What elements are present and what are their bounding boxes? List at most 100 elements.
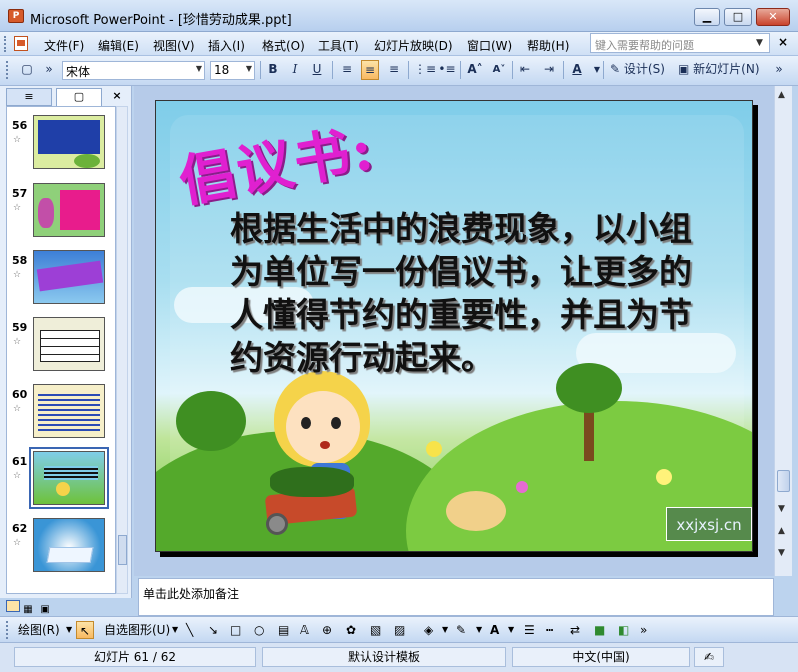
toolbar-separator [603,61,604,79]
close-button[interactable]: ✕ [756,8,790,26]
numbering-icon[interactable]: ⋮≡ [414,60,436,80]
chevron-down-icon[interactable]: ▼ [756,38,763,48]
slide-thumbnail-62[interactable] [33,518,105,572]
arrow-style-icon[interactable]: ⇄ [570,621,580,639]
scroll-thumb[interactable] [777,470,790,492]
toolbar-separator [512,61,513,79]
decrease-indent-icon[interactable]: ⇤ [516,60,534,80]
toolbar-grip[interactable] [6,621,10,639]
notes-pane[interactable]: 单击此处添加备注 [138,578,774,616]
slide-sorter-icon[interactable]: ▦ [23,604,37,616]
font-name-select[interactable]: 宋体 ▼ [62,61,205,80]
star-icon: ☆ [13,337,22,347]
new-slide-button[interactable]: ▣ 新幻灯片(N) [676,60,762,80]
menu-window[interactable]: 窗口(W) [467,37,512,54]
fill-color-icon[interactable]: ◈ [424,621,433,639]
document-icon[interactable] [14,36,28,51]
toolbar-options-icon[interactable]: » [640,621,647,639]
align-center-icon[interactable]: ≡ [361,60,379,80]
menu-insert[interactable]: 插入(I) [208,37,245,54]
tab-outline[interactable]: ≡ [6,88,52,106]
chevron-down-icon[interactable]: ▼ [442,621,448,639]
underline-button[interactable]: U [308,60,326,80]
chevron-down-icon[interactable]: ▼ [508,621,514,639]
scroll-down-icon[interactable]: ▼ [778,504,785,514]
arrow-icon[interactable]: ↘ [208,621,218,639]
line-color-icon[interactable]: ✎ [456,621,466,639]
plants [270,467,354,497]
scroll-up-icon[interactable]: ▲ [778,90,785,100]
maximize-button[interactable]: □ [724,8,752,26]
diagram-icon[interactable]: ⊕ [322,621,332,639]
font-color-icon[interactable]: A [490,621,499,639]
normal-view-icon[interactable] [6,600,20,612]
next-slide-icon[interactable]: ▼ [778,548,785,558]
draw-menu-button[interactable]: 绘图(R) [18,621,60,639]
thumbnail-scrollbar[interactable] [116,106,128,594]
menu-tools[interactable]: 工具(T) [318,37,359,54]
toolbar-separator [260,61,261,79]
shadow-style-icon[interactable]: ■ [594,621,605,639]
textbox-icon[interactable]: ▤ [278,621,289,639]
3d-style-icon[interactable]: ◧ [618,621,629,639]
menu-slideshow[interactable]: 幻灯片放映(D) [374,37,453,54]
bullets-icon[interactable]: •≡ [438,60,456,80]
scroll-thumb[interactable] [118,535,127,565]
toolbar-options-icon[interactable]: » [40,60,58,80]
slide-thumbnail-57[interactable] [33,183,105,237]
design-button[interactable]: ✎ 设计(S) [608,60,667,80]
menu-edit[interactable]: 编辑(E) [98,37,139,54]
picture-icon[interactable]: ▧ [370,621,381,639]
slide-thumbnail-61[interactable] [29,447,109,509]
close-document-button[interactable]: × [778,35,788,49]
decrease-font-icon[interactable]: A˅ [490,60,508,80]
italic-button[interactable]: I [286,60,304,80]
slide-thumbnail-58[interactable] [33,250,105,304]
menu-file[interactable]: 文件(F) [44,37,84,54]
new-file-icon[interactable]: ▢ [18,60,36,80]
tab-slides[interactable]: ▢ [56,88,102,106]
dash-style-icon[interactable]: ┅ [546,621,553,639]
help-search-input[interactable]: 键入需要帮助的问题 [590,33,770,53]
wordart-icon[interactable]: 𝔸 [300,621,309,639]
toolbar-grip[interactable] [6,61,10,79]
line-icon[interactable]: ╲ [186,621,193,639]
clipart-icon[interactable]: ✿ [346,621,356,639]
spelling-status-icon[interactable]: ✍ [694,647,724,667]
font-color-icon[interactable]: A [568,60,586,80]
chevron-down-icon[interactable]: ▼ [476,621,482,639]
chevron-down-icon[interactable]: ▼ [172,621,178,639]
oval-icon[interactable]: ○ [254,621,264,639]
menu-format[interactable]: 格式(O) [262,37,305,54]
close-pane-button[interactable]: × [108,88,126,106]
powerpoint-icon[interactable]: P [8,9,24,23]
slide-number: 58 [12,254,28,267]
previous-slide-icon[interactable]: ▲ [778,526,785,536]
menu-help[interactable]: 帮助(H) [527,37,569,54]
toolbar-options-icon[interactable]: » [770,60,788,80]
bold-button[interactable]: B [264,60,282,80]
select-pointer-icon[interactable]: ↖ [76,621,94,639]
increase-indent-icon[interactable]: ⇥ [540,60,558,80]
slide-body-text[interactable]: 根据生活中的浪费现象，以小组 为单位写一份倡议书，让更多的 人懂得节约的重要性，… [230,207,750,379]
slide-thumbnail-56[interactable] [33,115,105,169]
font-size-select[interactable]: 18 ▼ [210,61,255,80]
slideshow-view-icon[interactable]: ▣ [40,604,54,616]
chevron-down-icon[interactable]: ▼ [66,621,72,639]
menu-view[interactable]: 视图(V) [153,37,195,54]
slide-number: 61 [12,455,28,468]
notes-placeholder: 单击此处添加备注 [143,587,240,601]
toolbar-grip[interactable] [4,36,8,52]
slide-thumbnail-59[interactable] [33,317,105,371]
align-left-icon[interactable]: ≡ [338,60,356,80]
insert-image-icon[interactable]: ▨ [394,621,405,639]
current-slide[interactable]: 倡议书: 根据生活中的浪费现象，以小组 为单位写一份倡议书，让更多的 人懂得节约… [155,100,753,552]
slide-vertical-scrollbar[interactable]: ▲ ▼ ▲ ▼ [774,86,792,576]
increase-font-icon[interactable]: A˄ [466,60,484,80]
autoshapes-button[interactable]: 自选图形(U) [104,621,170,639]
line-style-icon[interactable]: ☰ [524,621,535,639]
slide-thumbnail-60[interactable] [33,384,105,438]
rectangle-icon[interactable]: □ [230,621,241,639]
align-right-icon[interactable]: ≡ [385,60,403,80]
minimize-button[interactable]: ▁ [694,8,720,26]
